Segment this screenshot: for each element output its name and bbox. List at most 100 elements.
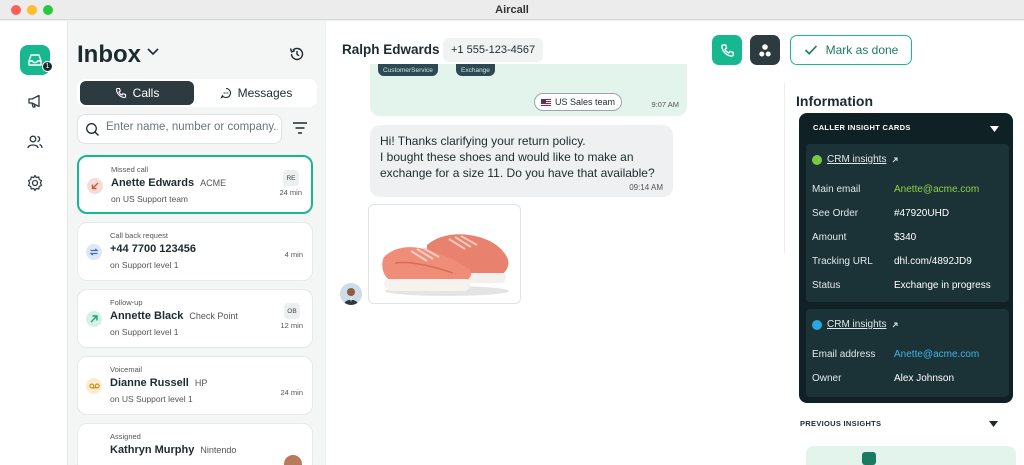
crm-insights-link[interactable]: CRM insights (812, 319, 899, 330)
message-time: 09:14 AM (629, 183, 663, 192)
crm-row: Owner Alex Johnson (812, 373, 955, 384)
insight-icon (862, 452, 876, 465)
call-line: on US Support level 1 (110, 394, 193, 404)
avatar (284, 455, 302, 465)
caller-name: Annette Black Check Point (110, 310, 238, 322)
call-card[interactable]: Missed call Anette Edwards ACME on US Sup… (77, 155, 313, 214)
caller-company: ACME (200, 178, 227, 188)
crm-insights-title: CRM insights (827, 319, 887, 330)
information-title: Information (796, 93, 873, 109)
call-type: Missed call (111, 165, 149, 174)
message-line: exchange for a size 11. Do you have that… (380, 166, 655, 180)
message-time: 9:07 AM (651, 100, 679, 109)
crm-row: See Order #47920UHD (812, 208, 950, 219)
calls-messages-toggle: Calls Messages (77, 79, 317, 107)
previous-insights-header[interactable]: PREVIOUS INSIGHTS (800, 419, 881, 428)
caret-down-icon[interactable] (990, 126, 999, 132)
caller-insight-header: CALLER INSIGHT CARDS (813, 123, 911, 132)
window-titlebar: Aircall (0, 0, 1024, 20)
search-input[interactable] (106, 121, 278, 133)
crm-row: Amount $340 (812, 232, 917, 243)
assign-button[interactable] (750, 35, 780, 65)
crm-insights-title: CRM insights (827, 154, 887, 165)
history-icon[interactable] (288, 45, 306, 63)
crm-insights-link[interactable]: CRM insights (812, 154, 899, 165)
team-pill-label: US Sales team (555, 97, 616, 107)
nav-rail: 1 (0, 21, 68, 465)
contact-name: Ralph Edwards (342, 42, 440, 57)
call-card[interactable]: Follow-up Annette Black Check Point on Su… (77, 289, 313, 348)
assign-user-icon (759, 44, 771, 57)
crm-row: Email address Anette@acme.com (812, 349, 980, 360)
message-tag: CustomerService (378, 64, 438, 76)
voicemail-icon (86, 378, 102, 394)
call-card[interactable]: Call back request +44 7700 123456 on Sup… (77, 222, 313, 281)
call-type: Follow-up (110, 298, 143, 307)
people-icon (27, 135, 43, 149)
crm-green-dot-icon (812, 154, 822, 165)
rail-campaigns-button[interactable] (20, 86, 50, 116)
filter-icon[interactable] (292, 121, 308, 135)
mark-as-done-button[interactable]: Mark as done (790, 35, 912, 65)
rail-contacts-button[interactable] (20, 127, 50, 157)
crm-row: Status Exchange in progress (812, 280, 991, 291)
contact-avatar (340, 283, 362, 305)
chevron-down-icon[interactable] (146, 47, 160, 57)
tracking-url-link[interactable]: dhl.com/4892JD9 (894, 256, 972, 267)
crm-insight-card: CRM insights Main email Anette@acme.com S… (806, 144, 1009, 302)
contact-phone[interactable]: +1 555-123-4567 (443, 38, 544, 62)
checkmark-icon (804, 45, 817, 55)
team-pill: US Sales team (534, 93, 623, 111)
inbox-pane: Inbox Calls Messages Missed call Anette … (68, 21, 325, 465)
caller-company: HP (194, 378, 208, 388)
rail-settings-button[interactable] (20, 168, 50, 198)
caller-name: Anette Edwards ACME (111, 177, 227, 189)
sneaker-image (382, 234, 509, 296)
call-type: Assigned (110, 432, 141, 441)
call-card[interactable]: Assigned Kathryn Murphy Nintendo (77, 423, 313, 465)
previous-insight-card[interactable] (806, 446, 1016, 465)
caret-down-icon[interactable] (989, 421, 998, 427)
main-email-link[interactable]: Anette@acme.com (894, 184, 979, 195)
external-link-icon (893, 322, 898, 327)
caller-insight-cards: CALLER INSIGHT CARDS CRM insights Main e… (799, 113, 1013, 403)
missed-call-icon (87, 178, 103, 194)
mark-as-done-label: Mark as done (825, 43, 899, 57)
call-time: 24 min (280, 388, 303, 397)
assignee-initials: OB (284, 303, 300, 319)
incoming-message: Hi! Thanks clarifying your return policy… (370, 125, 673, 197)
caller-name: +44 7700 123456 (110, 243, 196, 255)
window-title: Aircall (495, 4, 529, 16)
external-link-icon (893, 157, 898, 162)
inbox-title: Inbox (77, 41, 141, 68)
crm-row: Main email Anette@acme.com (812, 184, 980, 195)
us-flag-icon (541, 98, 551, 106)
call-line: on Support level 1 (110, 327, 179, 337)
call-card[interactable]: Voicemail Dianne Russell HP on US Support… (77, 356, 313, 415)
crm-row: Tracking URL dhl.com/4892JD9 (812, 256, 972, 267)
message-line: I bought these shoes and would like to m… (380, 150, 634, 164)
caller-name: Kathryn Murphy Nintendo (110, 444, 237, 456)
call-type: Voicemail (110, 365, 143, 374)
tab-messages-label: Messages (237, 86, 293, 100)
inbox-badge: 1 (42, 61, 53, 72)
call-line: on US Support team (111, 194, 189, 204)
message-line: Hi! Thanks clarifying your return policy… (380, 134, 586, 148)
shoe-photo[interactable] (368, 204, 521, 304)
call-time: 12 min (280, 321, 303, 330)
call-type: Call back request (110, 231, 168, 240)
follow-up-icon (86, 311, 102, 327)
phone-icon (115, 87, 126, 99)
tab-messages[interactable]: Messages (198, 81, 314, 105)
tab-calls[interactable]: Calls (80, 81, 194, 105)
message-tag: Exchange (456, 64, 495, 76)
call-line: on Support level 1 (110, 260, 179, 270)
crm-blue-dot-icon (812, 319, 822, 330)
call-button[interactable] (712, 35, 742, 65)
inbox-icon (28, 54, 42, 66)
message-bubble-icon (219, 87, 231, 99)
search-box (77, 114, 282, 144)
email-address-link[interactable]: Anette@acme.com (894, 349, 979, 360)
phone-icon (720, 43, 734, 57)
callback-icon (86, 244, 102, 260)
